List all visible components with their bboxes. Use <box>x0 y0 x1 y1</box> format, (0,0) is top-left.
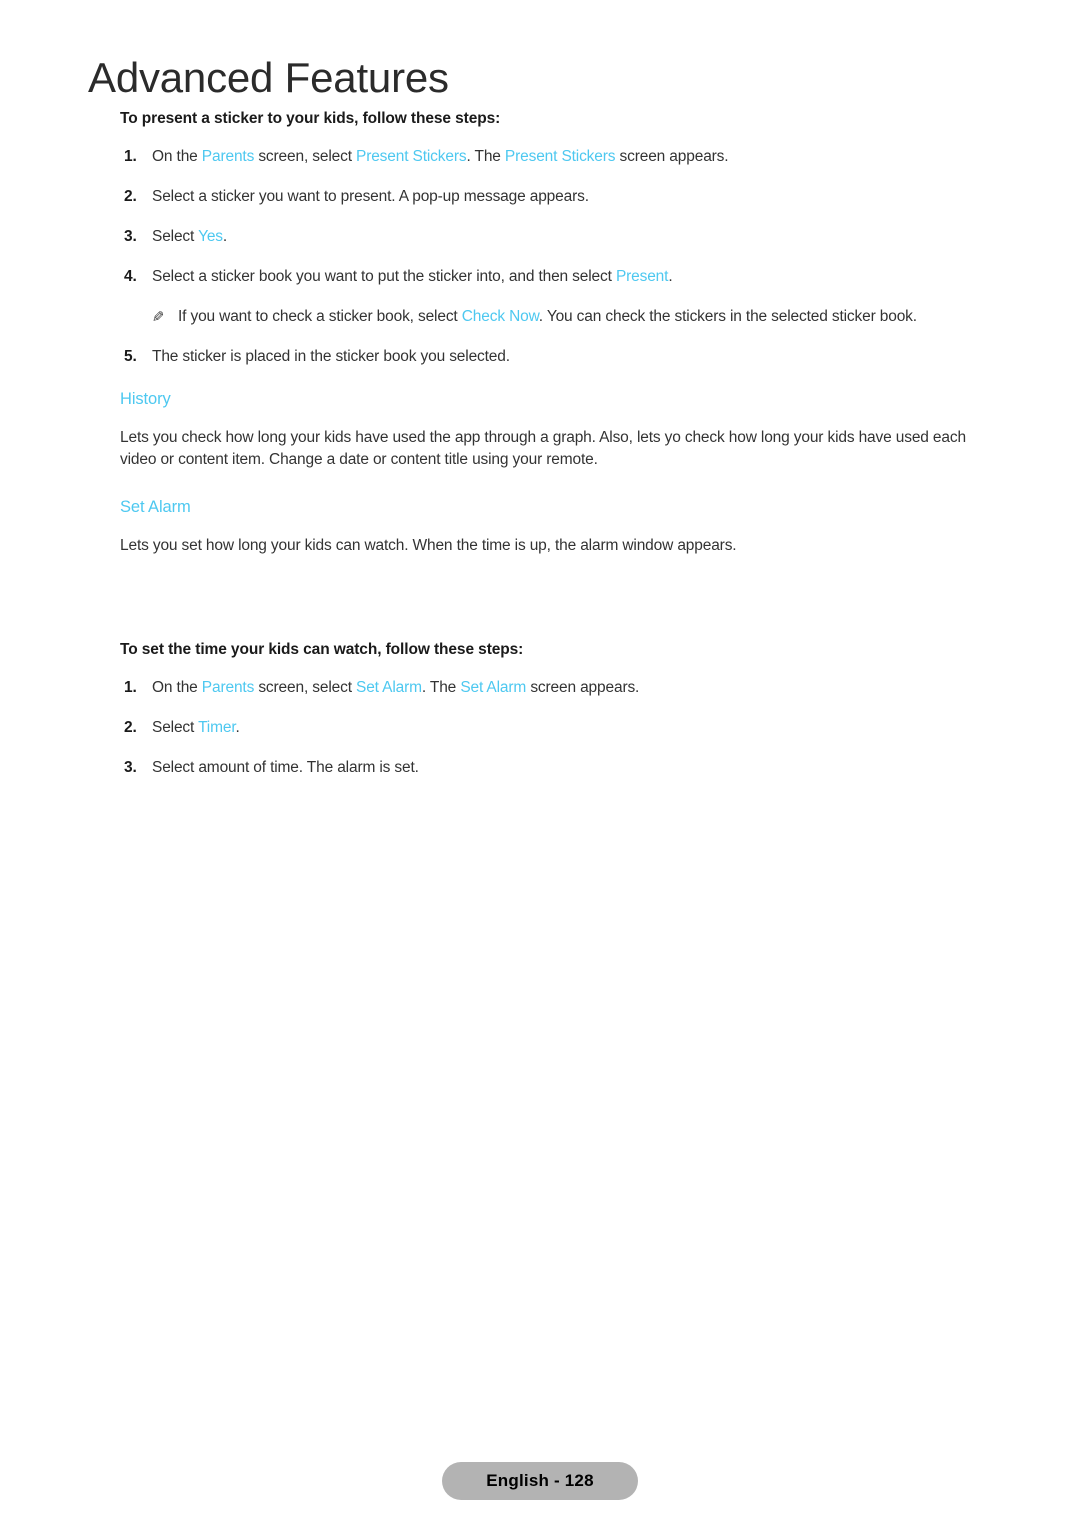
step-text: Select a sticker you want to present. A … <box>152 188 589 205</box>
step-text: The sticker is placed in the sticker boo… <box>152 348 510 365</box>
text-run: . <box>668 268 673 285</box>
text-run: . The <box>466 148 505 165</box>
ui-term: Parents <box>201 148 255 165</box>
procedure-stickers-heading: To present a sticker to your kids, follo… <box>120 110 501 127</box>
step-number: 1. <box>124 679 137 697</box>
step-text: Select amount of time. The alarm is set. <box>152 759 419 776</box>
page-footer: English - 128 <box>0 1462 1080 1500</box>
section-body-history: Lets you check how long your kids have u… <box>120 429 966 469</box>
procedure-stickers-steps: 1. On the Parents screen, select Present… <box>120 146 988 288</box>
step-text: Select Yes. <box>152 228 227 245</box>
step-text: Select Timer. <box>152 719 240 736</box>
step-text: On the Parents screen, select Set Alarm.… <box>152 679 639 696</box>
ui-term: Set Alarm <box>460 679 527 697</box>
ui-term: Yes <box>198 228 223 245</box>
note-text: If you want to check a sticker book, sel… <box>178 308 917 325</box>
ui-term: Present <box>615 268 669 285</box>
text-run: The sticker is placed in the sticker boo… <box>152 348 510 365</box>
list-item: 4. Select a sticker book you want to put… <box>120 266 988 288</box>
text-run: On the <box>152 679 202 697</box>
ui-term: Present Stickers <box>504 148 616 165</box>
ui-term: Set Alarm <box>356 679 422 697</box>
text-run: Select <box>152 719 199 737</box>
ui-term: Check Now <box>461 308 539 325</box>
text-run: screen appears. <box>615 148 729 165</box>
procedure-alarm-steps: 1. On the Parents screen, select Set Ala… <box>120 677 988 779</box>
text-run: . You can check the stickers in the sele… <box>538 308 917 325</box>
list-item: 2. Select a sticker you want to present.… <box>120 186 988 208</box>
list-item: 1. On the Parents screen, select Set Ala… <box>120 677 988 699</box>
step-number: 3. <box>124 759 137 777</box>
step-number: 2. <box>124 188 137 205</box>
step-number: 3. <box>124 228 137 245</box>
list-item: 3. Select amount of time. The alarm is s… <box>120 757 988 779</box>
text-run: Select a sticker book you want to put th… <box>152 268 616 285</box>
text-run: . <box>235 719 240 737</box>
text-run: . The <box>421 679 461 697</box>
ui-term: Present Stickers <box>356 148 467 165</box>
page-number-badge: English - 128 <box>442 1462 638 1500</box>
step-text: Select a sticker book you want to put th… <box>152 268 673 285</box>
text-run: Select a sticker you want to present. A … <box>152 188 589 205</box>
pencil-icon: ✎ <box>152 309 165 326</box>
section-heading-set-alarm: Set Alarm <box>120 497 191 516</box>
text-run: screen appears. <box>526 679 640 697</box>
step-number: 2. <box>124 719 137 737</box>
step-number: 4. <box>124 268 137 285</box>
step-text: On the Parents screen, select Present St… <box>152 148 729 165</box>
text-run: If you want to check a sticker book, sel… <box>178 308 462 325</box>
list-item: 3. Select Yes. <box>120 226 988 248</box>
procedure-stickers-steps-cont: 5. The sticker is placed in the sticker … <box>120 346 988 368</box>
text-run: On the <box>152 148 202 165</box>
text-run: Select <box>152 228 199 245</box>
procedure-alarm-heading: To set the time your kids can watch, fol… <box>120 641 524 659</box>
list-item: 2. Select Timer. <box>120 717 988 739</box>
text-run: . <box>222 228 228 245</box>
ui-term: Timer <box>198 719 236 737</box>
list-item: 5. The sticker is placed in the sticker … <box>120 346 988 368</box>
step-number: 1. <box>124 148 137 165</box>
section-body-set-alarm: Lets you set how long your kids can watc… <box>120 536 737 554</box>
list-item: 1. On the Parents screen, select Present… <box>120 146 988 168</box>
text-run: screen, select <box>254 679 357 697</box>
page-content: To present a sticker to your kids, follo… <box>120 110 988 779</box>
section-heading-history: History <box>120 390 171 408</box>
note-callout: ✎ If you want to check a sticker book, s… <box>152 306 988 328</box>
ui-term: Parents <box>201 679 255 697</box>
page-title: Advanced Features <box>88 54 449 101</box>
manual-page: Advanced Features To present a sticker t… <box>0 0 1080 1534</box>
step-number: 5. <box>124 348 137 365</box>
text-run: screen, select <box>254 148 357 165</box>
text-run: Select amount of time. The alarm is set. <box>152 759 419 777</box>
